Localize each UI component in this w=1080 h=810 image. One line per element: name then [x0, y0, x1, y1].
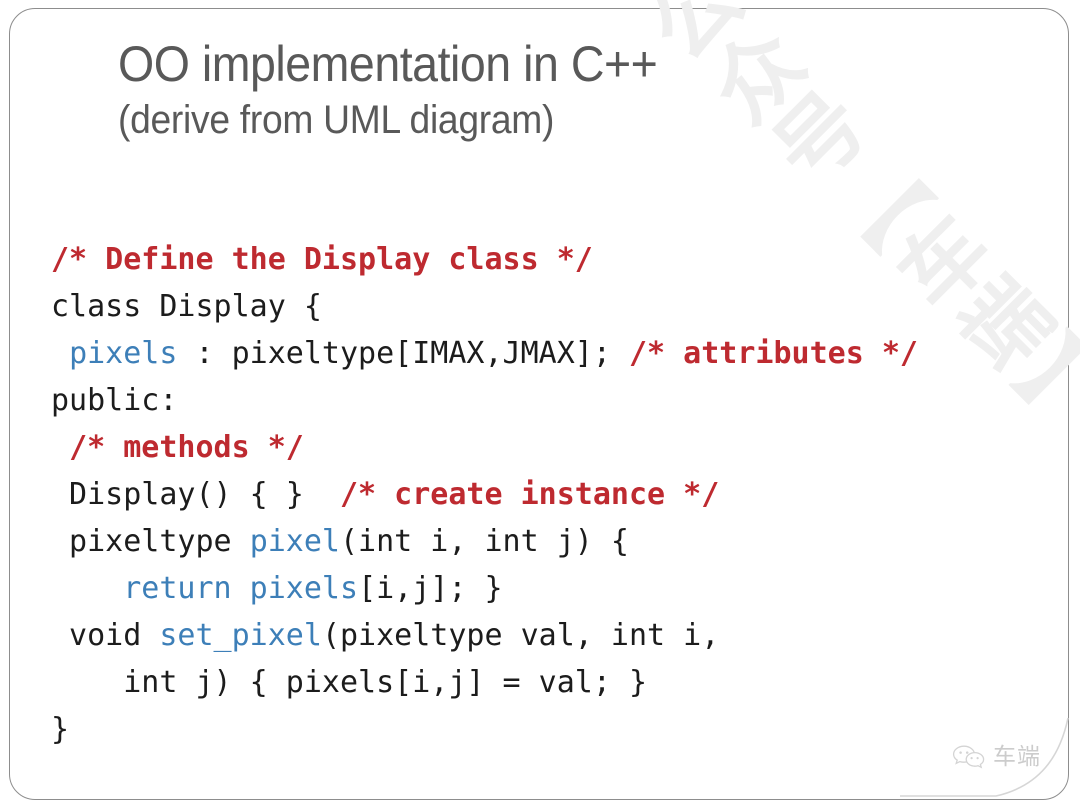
code-line: class Display { — [51, 283, 1061, 330]
code-line: Display() { } /* create instance */ — [51, 471, 1061, 518]
page-title: OO implementation in C++ (derive from UM… — [118, 34, 878, 146]
code-token-plain: Display() { } — [51, 477, 340, 512]
wechat-icon — [952, 744, 986, 770]
code-token-ident: return pixels — [123, 571, 359, 606]
code-token-comment: /* methods */ — [69, 430, 304, 465]
title-main-line: OO implementation in C++ — [118, 36, 658, 92]
code-token-plain: [i,j]; } — [358, 571, 503, 606]
code-line: /* methods */ — [51, 424, 1061, 471]
code-token-ident: pixel — [249, 524, 340, 559]
code-line: } — [51, 706, 1061, 753]
code-token-plain: pixeltype — [51, 524, 250, 559]
code-token-plain: (pixeltype val, int i, — [321, 618, 720, 653]
code-token-plain: : pixeltype[IMAX,JMAX]; — [177, 336, 629, 371]
code-line: return pixels[i,j]; } — [51, 565, 1061, 612]
code-token-ident: set_pixel — [159, 618, 322, 653]
title-sub-line: (derive from UML diagram) — [118, 98, 555, 142]
code-token-plain: class Display { — [51, 289, 322, 324]
code-token-comment: /* Define the Display class */ — [51, 242, 593, 277]
code-line: int j) { pixels[i,j] = val; } — [51, 659, 1061, 706]
code-token-comment: /* attributes */ — [628, 336, 918, 371]
code-line: void set_pixel(pixeltype val, int i, — [51, 612, 1061, 659]
code-token-plain: void — [51, 618, 160, 653]
code-line: public: — [51, 377, 1061, 424]
code-token-plain: } — [51, 712, 70, 747]
code-line: /* Define the Display class */ — [51, 236, 1061, 283]
footer-brand-label: 车端 — [993, 744, 1041, 770]
code-token-plain: int j) { pixels[i,j] = val; } — [51, 665, 648, 700]
code-token-plain: (int i, int j) { — [340, 524, 629, 559]
code-token-ident: pixels — [69, 336, 178, 371]
code-token-plain: public: — [51, 383, 178, 418]
code-line: pixeltype pixel(int i, int j) { — [51, 518, 1061, 565]
code-token-comment: /* create instance */ — [339, 477, 720, 512]
slide-canvas: 公众号【车端】 OO implementation in C++ (derive… — [0, 0, 1080, 810]
code-listing: /* Define the Display class */ class Disp… — [51, 236, 1061, 753]
code-line: pixels : pixeltype[IMAX,JMAX]; /* attrib… — [51, 330, 1061, 377]
footer-brand-badge: 车端 — [952, 744, 1041, 770]
